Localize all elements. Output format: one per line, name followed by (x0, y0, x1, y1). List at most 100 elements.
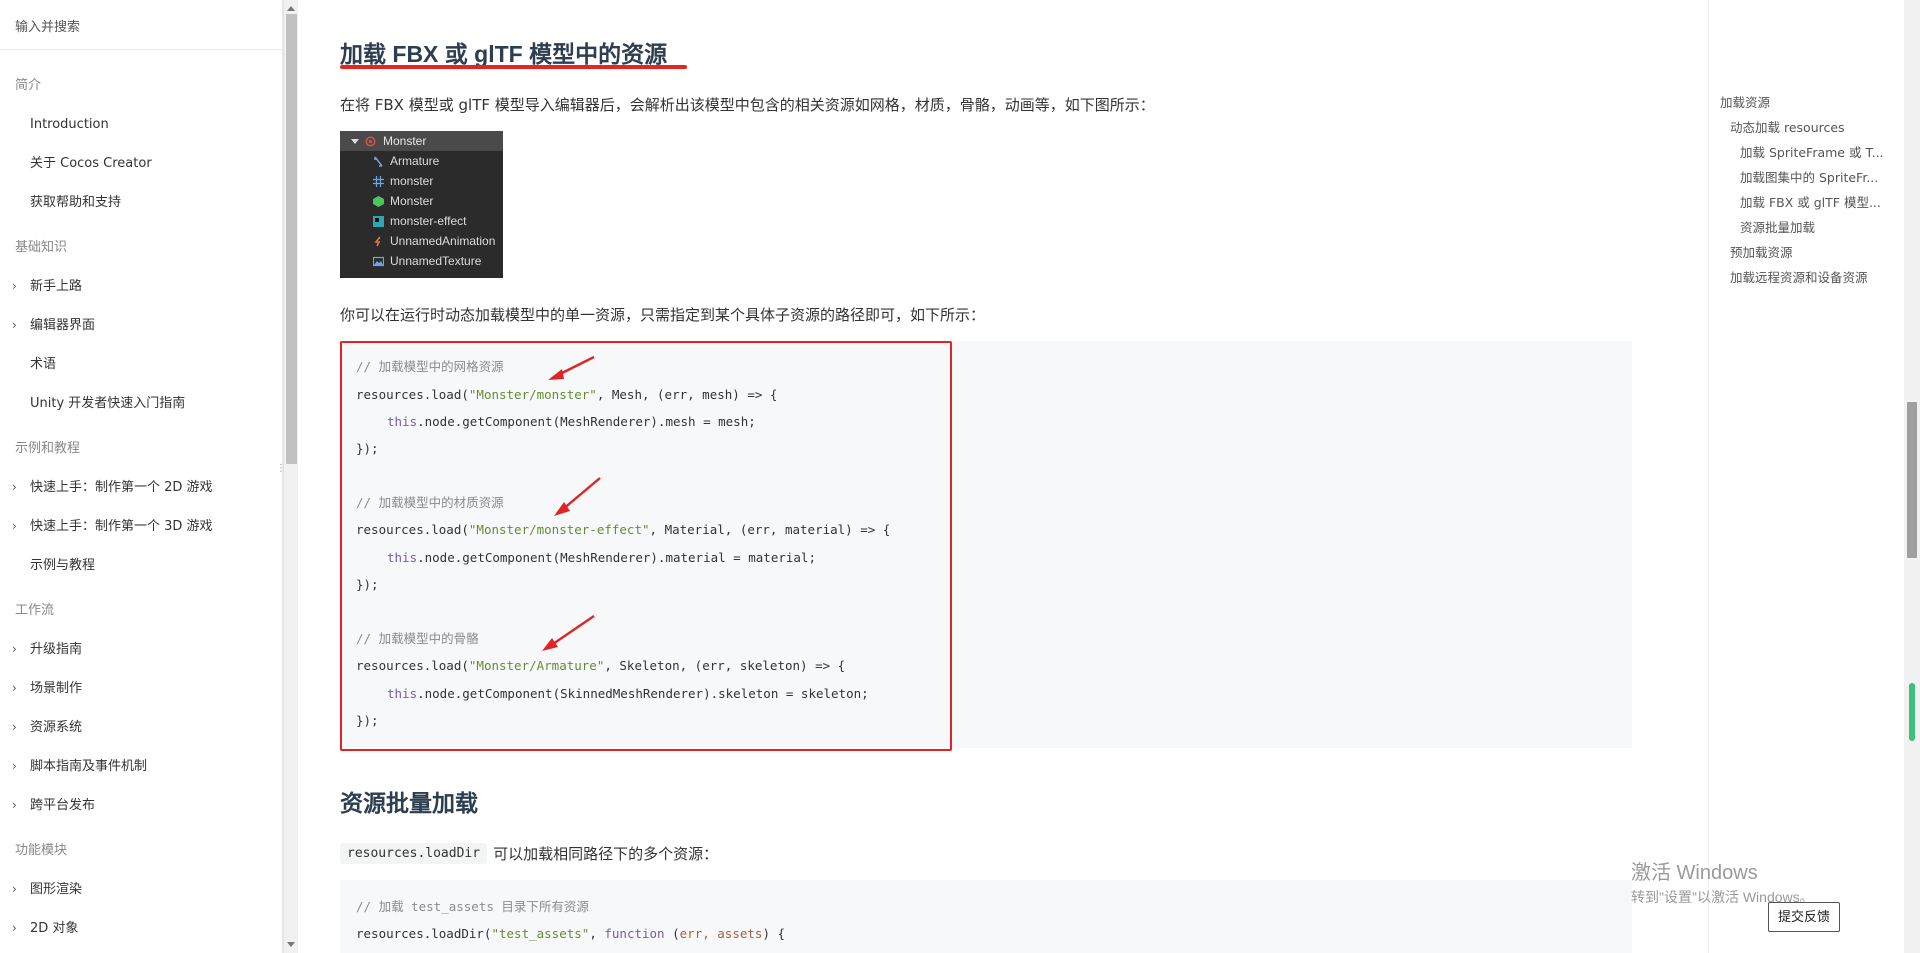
page-scrollbar[interactable] (1904, 0, 1920, 953)
tree-label: monster-effect (390, 214, 467, 228)
chevron-right-icon: › (12, 318, 17, 332)
scroll-down-arrow-icon[interactable] (287, 942, 295, 947)
chevron-right-icon: › (12, 921, 17, 935)
sidebar-item-getting-started[interactable]: › 新手上路 (0, 267, 282, 306)
toc-item-preload[interactable]: 预加载资源 (1710, 240, 1890, 265)
single-asset-paragraph: 你可以在运行时动态加载模型中的单一资源，只需指定到某个具体子资源的路径即可，如下… (340, 306, 986, 324)
sidebar-item-rendering[interactable]: › 图形渲染 (0, 870, 282, 909)
chevron-right-icon: › (12, 759, 17, 773)
sidebar-item-3d-game[interactable]: › 快速上手：制作第一个 3D 游戏 (0, 507, 282, 546)
toc-item-batch-load[interactable]: 资源批量加载 (1710, 215, 1890, 240)
sidebar-item-scripting[interactable]: › 脚本指南及事件机制 (0, 747, 282, 786)
sidebar-item-unity-guide[interactable]: Unity 开发者快速入门指南 (0, 384, 282, 423)
code-line: }); (356, 441, 379, 456)
batch-paragraph: resources.loadDir 可以加载相同路径下的多个资源： (340, 843, 718, 864)
sidebar-scroll-thumb[interactable] (286, 14, 297, 464)
caret-down-icon (351, 139, 359, 144)
sidebar-item-label: 资源系统 (30, 720, 83, 735)
scroll-up-arrow-icon[interactable] (287, 6, 295, 11)
tree-label: monster (390, 174, 434, 188)
sidebar-item-label: 场景制作 (30, 681, 83, 696)
tree-label: Armature (390, 154, 440, 168)
code-comment: // 加载模型中的骨骼 (356, 631, 479, 646)
sidebar-item-label: 2D 对象 (30, 921, 79, 936)
nav-group-basics: 基础知识 (15, 240, 68, 255)
code-line: this.node.getComponent(MeshRenderer).mat… (387, 550, 816, 565)
toc-item-remote-assets[interactable]: 加载远程资源和设备资源 (1710, 265, 1890, 290)
feedback-button[interactable]: 提交反馈 (1768, 902, 1840, 932)
heading-load-fbx-gltf: 加载 FBX 或 glTF 模型中的资源 (340, 41, 668, 67)
sidebar-item-glossary[interactable]: 术语 (0, 345, 282, 384)
intro-paragraph: 在将 FBX 模型或 glTF 模型导入编辑器后，会解析出该模型中包含的相关资源… (340, 96, 1155, 114)
sidebar-item-editor[interactable]: › 编辑器界面 (0, 306, 282, 345)
code-line: this.node.getComponent(MeshRenderer).mes… (387, 414, 756, 429)
sidebar-item-publish[interactable]: › 跨平台发布 (0, 786, 282, 825)
sidebar-item-label: Unity 开发者快速入门指南 (30, 396, 186, 411)
code-line: }); (356, 577, 379, 592)
toc-item-load-assets[interactable]: 加载资源 (1710, 90, 1890, 115)
sidebar-item-label: 新手上路 (30, 279, 83, 294)
toc-item-spriteframe[interactable]: 加载 SpriteFrame 或 T... (1710, 140, 1890, 165)
nav-group-intro: 简介 (15, 78, 42, 93)
sidebar-search-input[interactable]: 输入并搜索 (0, 0, 282, 50)
nav-group-modules: 功能模块 (15, 843, 68, 858)
toc-item-fbx-gltf[interactable]: 加载 FBX 或 glTF 模型... (1710, 190, 1890, 215)
code-line: resources.loadDir("test_assets", functio… (356, 926, 786, 941)
sidebar-item-asset-system[interactable]: › 资源系统 (0, 708, 282, 747)
red-arrow-icon (542, 615, 595, 651)
page-scroll-thumb[interactable] (1907, 402, 1917, 558)
tree-row: monster-effect (340, 211, 503, 231)
animation-icon (374, 236, 381, 247)
tree-row: Monster (340, 191, 503, 211)
chevron-right-icon: › (12, 642, 17, 656)
tree-label: UnnamedTexture (390, 254, 482, 268)
code-block-load-dir: // 加载 test_assets 目录下所有资源 resources.load… (340, 880, 1632, 953)
tree-row-root: Monster (340, 131, 503, 151)
sidebar-item-label: 关于 Cocos Creator (30, 156, 152, 171)
sidebar-item-label: 升级指南 (30, 642, 83, 657)
sidebar-item-label: 编辑器界面 (30, 318, 96, 333)
mesh-icon (373, 176, 384, 187)
inline-code-loaddir: resources.loadDir (340, 843, 488, 864)
sidebar-resize-grip[interactable]: ⋮ (276, 464, 282, 481)
sidebar-item-examples[interactable]: 示例与教程 (0, 546, 282, 585)
sidebar-item-scene[interactable]: › 场景制作 (0, 669, 282, 708)
red-arrow-icon (548, 355, 595, 380)
chevron-right-icon: › (12, 882, 17, 896)
watermark-title: 激活 Windows (1631, 862, 1758, 884)
chevron-right-icon: › (12, 720, 17, 734)
main-content: 加载 FBX 或 glTF 模型中的资源 在将 FBX 模型或 glTF 模型导… (299, 0, 1709, 953)
code-line: resources.load("Monster/monster", Mesh, … (356, 387, 778, 402)
red-arrow-icon (554, 477, 601, 516)
prefab-icon (365, 136, 376, 147)
tree-label: UnnamedAnimation (390, 234, 496, 248)
scroll-position-indicator (1909, 683, 1915, 741)
sidebar-item-2d-objects[interactable]: › 2D 对象 (0, 909, 282, 948)
chevron-right-icon: › (12, 480, 17, 494)
sidebar-item-upgrade[interactable]: › 升级指南 (0, 630, 282, 669)
sidebar-item-label: 跨平台发布 (30, 798, 96, 813)
sidebar-item-label: 快速上手：制作第一个 2D 游戏 (30, 480, 213, 495)
sidebar-item-introduction[interactable]: Introduction (0, 105, 282, 144)
sidebar-item-label: Introduction (30, 117, 109, 132)
tree-label: Monster (383, 134, 427, 148)
sidebar-item-2d-game[interactable]: › 快速上手：制作第一个 2D 游戏 (0, 468, 282, 507)
sidebar-item-about[interactable]: 关于 Cocos Creator (0, 144, 282, 183)
code-comment: // 加载模型中的材质资源 (356, 495, 504, 510)
sidebar-item-label: 获取帮助和支持 (30, 195, 122, 210)
sidebar-item-label: 脚本指南及事件机制 (30, 759, 148, 774)
table-of-contents: 加载资源 动态加载 resources 加载 SpriteFrame 或 T..… (1710, 90, 1890, 290)
toc-item-atlas-spriteframe[interactable]: 加载图集中的 SpriteFr... (1710, 165, 1890, 190)
sidebar-scrollbar[interactable] (283, 0, 298, 953)
effect-icon (373, 216, 384, 227)
tree-row: Armature (340, 151, 503, 171)
tree-row: monster (340, 171, 503, 191)
nav-group-workflow: 工作流 (15, 603, 55, 618)
batch-text: 可以加载相同路径下的多个资源： (493, 845, 719, 863)
sidebar-item-help[interactable]: 获取帮助和支持 (0, 183, 282, 222)
chevron-right-icon: › (12, 798, 17, 812)
code-line: resources.load("Monster/Armature", Skele… (356, 658, 846, 673)
chevron-right-icon: › (12, 279, 17, 293)
toc-item-dynamic-resources[interactable]: 动态加载 resources (1710, 115, 1890, 140)
windows-activation-watermark: 激活 Windows 转到"设置"以激活 Windows。 (1631, 856, 1814, 907)
